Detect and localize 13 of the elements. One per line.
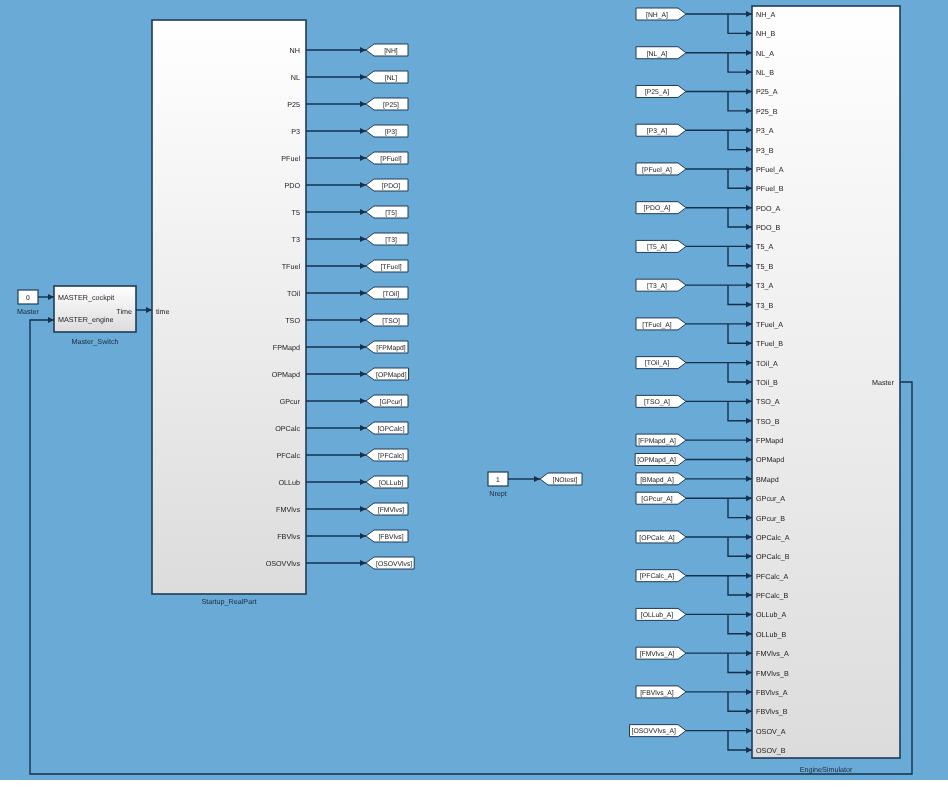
signal-arrow [305,182,367,188]
signal-arrow [305,155,367,161]
signal-arrow [305,128,367,134]
signal-arrow [305,209,367,215]
signal-arrow [305,47,367,53]
signal-arrow [305,263,367,269]
signal-arrow [305,101,367,107]
signal-arrow [305,74,367,80]
signal-arrow [305,290,367,296]
signal-arrow [37,294,55,300]
signal-arrow [135,307,153,313]
signal-arrow [305,236,367,242]
subsystem-block [53,285,137,333]
